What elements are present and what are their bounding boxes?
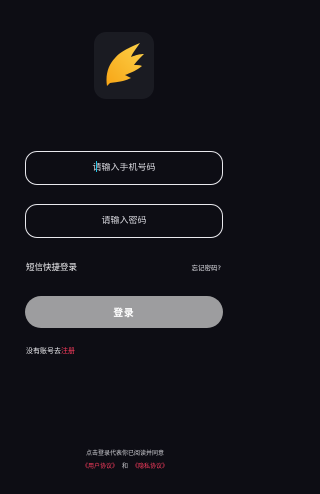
wing-logo-icon — [106, 43, 144, 86]
phone-input[interactable] — [49, 163, 199, 173]
phone-field[interactable] — [25, 151, 223, 185]
sms-login-link[interactable]: 短信快捷登录 — [26, 261, 77, 273]
forgot-password-link[interactable]: 忘记密码? — [192, 262, 221, 272]
login-button[interactable]: 登录 — [25, 296, 223, 328]
register-link[interactable]: 注册 — [61, 347, 75, 355]
app-logo — [94, 32, 154, 99]
text-cursor — [96, 161, 97, 172]
agreement-links: 《用户协议》和《隐私协议》 — [0, 461, 250, 470]
privacy-policy-link[interactable]: 《隐私协议》 — [132, 463, 168, 470]
register-prompt: 没有账号去注册 — [26, 346, 75, 356]
password-input[interactable] — [49, 216, 199, 226]
and-text: 和 — [121, 463, 128, 470]
password-field[interactable] — [25, 204, 223, 238]
agreement-notice: 点击登录代表你已阅读并同意 — [85, 450, 164, 457]
no-account-text: 没有账号去 — [26, 347, 61, 355]
user-agreement-link[interactable]: 《用户协议》 — [82, 463, 118, 470]
